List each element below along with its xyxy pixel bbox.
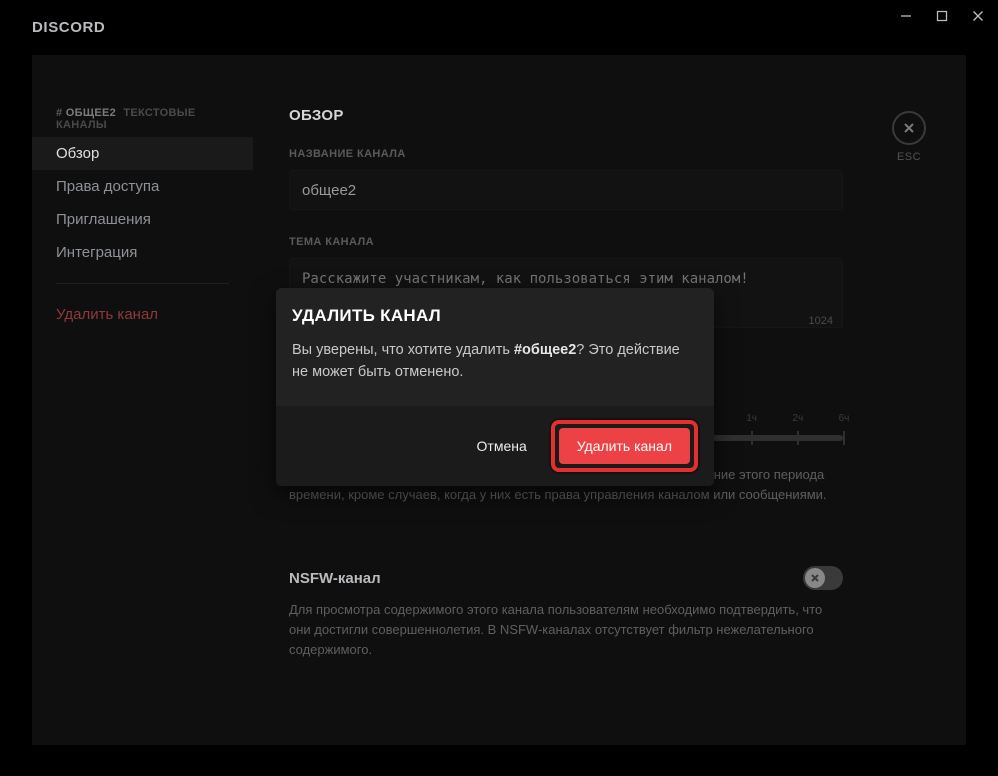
- modal-body-pre: Вы уверены, что хотите удалить: [292, 342, 514, 358]
- nsfw-title: NSFW-канал: [289, 570, 381, 587]
- app-brand: DISCORD: [32, 19, 105, 36]
- sidebar-item-permissions[interactable]: Права доступа: [32, 170, 253, 203]
- modal-footer: Отмена Удалить канал: [276, 406, 714, 486]
- sidebar-separator: [56, 283, 229, 284]
- section-title: ОБЗОР: [289, 107, 918, 124]
- sidebar-item-overview[interactable]: Обзор: [32, 137, 253, 170]
- channel-name-label: НАЗВАНИЕ КАНАЛА: [289, 148, 918, 160]
- sidebar-item-delete-channel[interactable]: Удалить канал: [32, 298, 253, 331]
- modal-title: УДАЛИТЬ КАНАЛ: [276, 288, 714, 326]
- nsfw-section: NSFW-канал Для просмотра содержимого это…: [289, 566, 843, 660]
- delete-channel-modal: УДАЛИТЬ КАНАЛ Вы уверены, что хотите уда…: [276, 288, 714, 486]
- sidebar-category: # ОБЩЕЕ2 ТЕКСТОВЫЕ КАНАЛЫ: [32, 107, 253, 137]
- titlebar: DISCORD: [0, 0, 998, 55]
- delete-channel-button[interactable]: Удалить канал: [559, 428, 690, 464]
- maximize-icon[interactable]: [934, 8, 950, 24]
- settings-sidebar: # ОБЩЕЕ2 ТЕКСТОВЫЕ КАНАЛЫ Обзор Права до…: [32, 55, 253, 745]
- sidebar-item-integrations[interactable]: Интеграция: [32, 236, 253, 269]
- esc-label: ESC: [897, 151, 921, 163]
- sidebar-item-invites[interactable]: Приглашения: [32, 203, 253, 236]
- nsfw-toggle[interactable]: [803, 566, 843, 590]
- topic-char-counter: 1024: [809, 315, 833, 327]
- channel-topic-label: ТЕМА КАНАЛА: [289, 236, 918, 248]
- modal-channel-name: #общее2: [514, 342, 576, 358]
- nsfw-desc: Для просмотра содержимого этого канала п…: [289, 600, 843, 660]
- cancel-button[interactable]: Отмена: [469, 430, 535, 462]
- minimize-icon[interactable]: [898, 8, 914, 24]
- delete-button-highlight: Удалить канал: [551, 420, 698, 472]
- close-settings: ESC: [892, 111, 926, 163]
- toggle-knob: [805, 568, 825, 588]
- close-icon[interactable]: [970, 8, 986, 24]
- modal-body: Вы уверены, что хотите удалить #общее2? …: [276, 326, 714, 406]
- app-window: DISCORD # ОБЩЕЕ2 ТЕКСТОВЫЕ КАНАЛЫ Обзор …: [0, 0, 998, 776]
- close-settings-button[interactable]: [892, 111, 926, 145]
- channel-name-input[interactable]: [289, 170, 843, 210]
- field-channel-name: НАЗВАНИЕ КАНАЛА: [289, 148, 918, 210]
- window-controls: [898, 8, 986, 24]
